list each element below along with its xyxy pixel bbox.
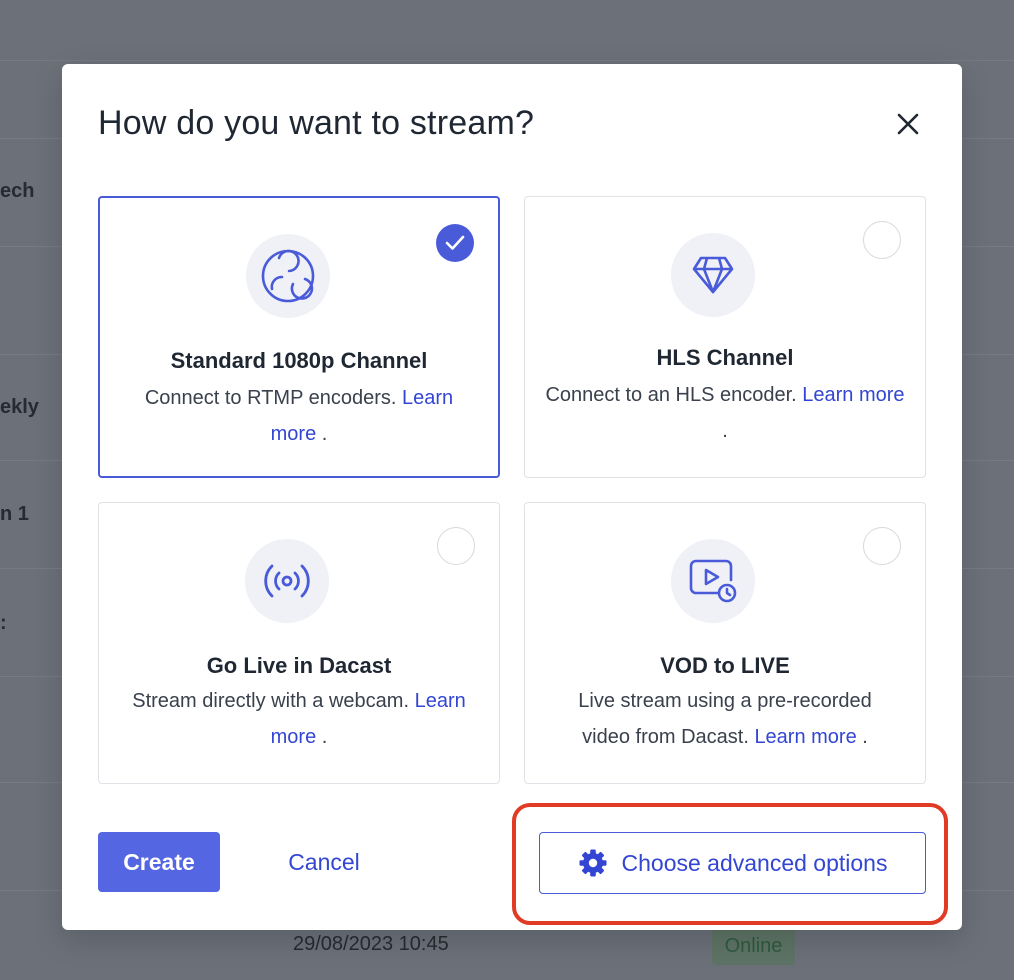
card-description: Stream directly with a webcam. Learn mor… xyxy=(119,683,479,755)
background-row-text: ech xyxy=(0,180,35,202)
row-divider xyxy=(0,60,1014,61)
card-title: HLS Channel xyxy=(656,345,794,370)
option-card-vod-to-live[interactable]: VOD to LIVE Live stream using a pre-reco… xyxy=(524,502,926,784)
broadcast-icon xyxy=(264,564,310,598)
background-date: 29/08/2023 10:45 xyxy=(293,933,449,955)
card-title: VOD to LIVE xyxy=(660,653,790,678)
card-description-suffix: . xyxy=(722,420,728,442)
obs-icon xyxy=(261,249,315,303)
create-button[interactable]: Create xyxy=(98,832,220,892)
card-title: Standard 1080p Channel xyxy=(170,348,428,373)
option-card-hls[interactable]: HLS Channel Connect to an HLS encoder. L… xyxy=(524,196,926,478)
choose-advanced-options-button[interactable]: Choose advanced options xyxy=(539,832,926,894)
card-description-suffix: . xyxy=(321,726,328,748)
option-radio[interactable] xyxy=(863,221,901,259)
card-description: Connect to RTMP encoders. Learn more . xyxy=(120,380,478,452)
background-row-text: ekly xyxy=(0,396,39,418)
card-description-text: Connect to RTMP encoders. xyxy=(144,387,397,409)
diamond-icon xyxy=(692,256,734,294)
option-card-standard-1080p[interactable]: Standard 1080p Channel Connect to RTMP e… xyxy=(98,196,500,478)
card-description-suffix: . xyxy=(862,726,868,748)
option-card-go-live[interactable]: Go Live in Dacast Stream directly with a… xyxy=(98,502,500,784)
cancel-button[interactable]: Cancel xyxy=(262,832,386,892)
background-row-text: : xyxy=(0,612,7,634)
icon-circle xyxy=(671,539,755,623)
option-radio[interactable] xyxy=(437,527,475,565)
icon-circle xyxy=(246,234,330,318)
selected-checkmark xyxy=(436,224,474,262)
option-radio[interactable] xyxy=(863,527,901,565)
card-description: Connect to an HLS encoder. Learn more . xyxy=(545,377,905,449)
card-title: Go Live in Dacast xyxy=(206,653,392,678)
learn-more-link[interactable]: Learn more xyxy=(754,726,856,748)
stream-type-modal: How do you want to stream? Standard 1080… xyxy=(62,64,962,930)
icon-circle xyxy=(671,233,755,317)
card-description-suffix: . xyxy=(321,423,328,445)
card-description: Live stream using a pre-recorded video f… xyxy=(565,683,885,755)
video-clock-icon xyxy=(689,559,737,603)
close-icon xyxy=(897,113,919,135)
status-badge: Online xyxy=(712,927,795,965)
icon-circle xyxy=(245,539,329,623)
card-description-text: Stream directly with a webcam. xyxy=(132,690,410,712)
card-description-text: Connect to an HLS encoder. xyxy=(545,384,797,406)
close-button[interactable] xyxy=(892,108,924,140)
background-row-text: n 1 xyxy=(0,503,29,525)
learn-more-link[interactable]: Learn more xyxy=(802,384,904,406)
gear-icon xyxy=(579,849,606,877)
modal-title: How do you want to stream? xyxy=(98,104,535,142)
checkmark-icon xyxy=(445,235,465,250)
advanced-options-label: Choose advanced options xyxy=(621,849,888,876)
